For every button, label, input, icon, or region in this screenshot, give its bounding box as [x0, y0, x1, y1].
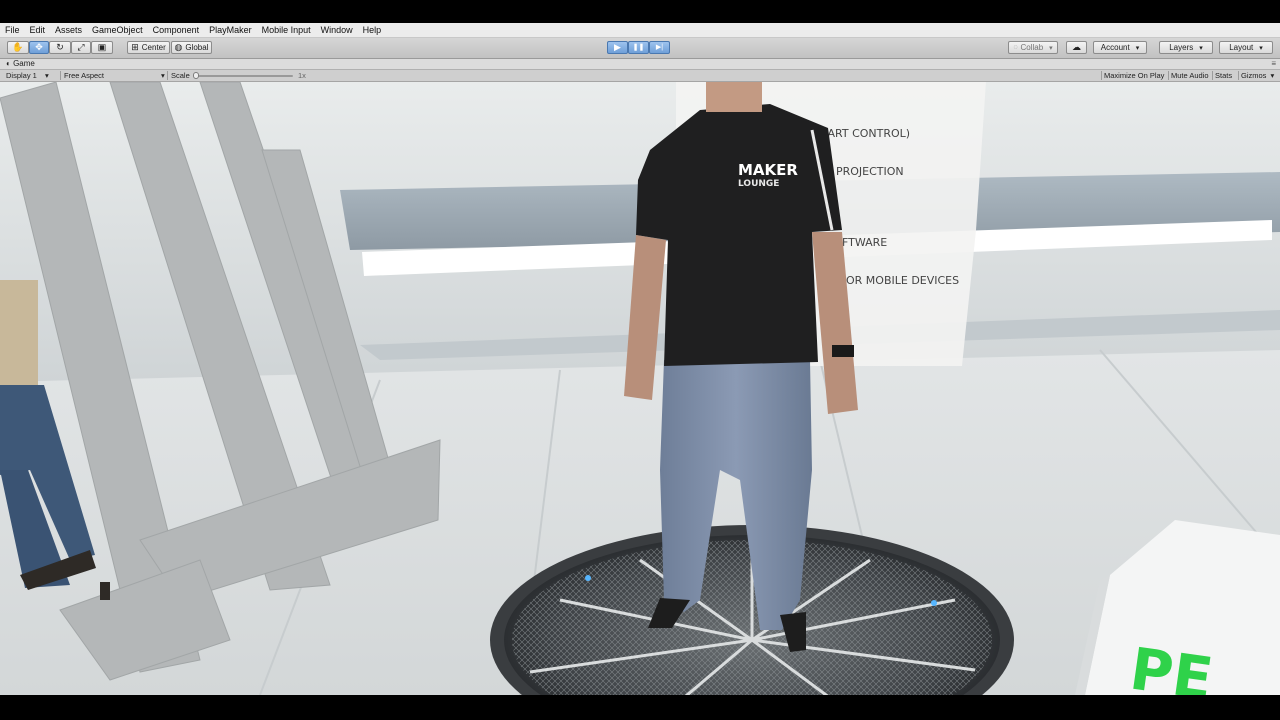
- collab-label: Collab: [1020, 43, 1044, 52]
- letterbox-bottom: [0, 695, 1280, 720]
- divider: [167, 71, 168, 80]
- scale-tool-button[interactable]: ⤢: [71, 41, 91, 54]
- scale-slider-track[interactable]: [195, 75, 293, 77]
- panel-line-1: MART CONTROL): [818, 127, 910, 140]
- pivot-rotation-label: Global: [185, 43, 209, 52]
- menu-edit[interactable]: Edit: [25, 23, 51, 37]
- rect-tool-button[interactable]: ▣: [91, 41, 113, 54]
- pad-light-left: [585, 575, 591, 581]
- pad-light-right: [931, 600, 937, 606]
- display-dropdown[interactable]: Display 1 ▾: [6, 70, 49, 81]
- aspect-dropdown[interactable]: Free Aspect: [64, 70, 104, 81]
- divider: [1212, 71, 1213, 80]
- menu-playmaker[interactable]: PlayMaker: [204, 23, 257, 37]
- divider: [1168, 71, 1169, 80]
- rotate-tool-button[interactable]: ↻: [49, 41, 71, 54]
- shirt-logo-lounge: LOUNGE: [738, 179, 779, 189]
- game-view-controls: Display 1 ▾ Free Aspect ▾ Scale 1x Maxim…: [0, 70, 1280, 82]
- layout-dropdown[interactable]: Layout: [1219, 41, 1273, 54]
- pivot-rotation-button[interactable]: ◍ Global: [171, 41, 212, 54]
- panel-line-4: OR MOBILE DEVICES: [846, 274, 959, 287]
- hand-tool-button[interactable]: ✋: [7, 41, 29, 54]
- layers-dropdown[interactable]: Layers: [1159, 41, 1213, 54]
- layout-label: Layout: [1229, 43, 1254, 52]
- pause-icon: ❚❚: [632, 44, 645, 51]
- menu-help[interactable]: Help: [358, 23, 387, 37]
- cloud-icon: ☁: [1072, 42, 1081, 52]
- scale-slider-thumb[interactable]: [193, 72, 199, 79]
- move-icon: ✥: [35, 42, 43, 52]
- shirt-logo-maker: MAKER: [738, 161, 798, 179]
- chevron-down-icon: ▾: [44, 71, 49, 80]
- divider: [1238, 71, 1239, 80]
- rect-icon: ▣: [97, 42, 107, 52]
- menu-window[interactable]: Window: [316, 23, 358, 37]
- scale-value: 1x: [298, 71, 306, 80]
- pivot-icon: ⊞: [131, 42, 139, 52]
- step-icon: ▶|: [655, 44, 664, 51]
- collab-icon: ◌: [1013, 44, 1018, 51]
- menu-bar: File Edit Assets GameObject Component Pl…: [0, 23, 1280, 38]
- menu-mobile-input[interactable]: Mobile Input: [257, 23, 316, 37]
- scale-label: Scale: [171, 71, 190, 80]
- menu-file[interactable]: File: [0, 23, 25, 37]
- panel-menu-icon[interactable]: ≡: [1271, 59, 1276, 69]
- aspect-label: Free Aspect: [64, 71, 105, 80]
- account-dropdown[interactable]: Account: [1093, 41, 1147, 54]
- gizmos-label: Gizmos: [1241, 71, 1267, 80]
- main-toolbar: ✋ ✥ ↻ ⤢ ▣ ⊞ Center ◍ Global ▶ ❚❚ ▶| ◌ Co…: [0, 38, 1280, 59]
- account-label: Account: [1100, 43, 1130, 52]
- display-label: Display 1: [6, 71, 37, 80]
- game-tab-title: Game: [13, 59, 35, 68]
- scene-render: MART CONTROL) PROJECTION FTWARE OR MOBIL…: [0, 82, 1280, 695]
- menu-component[interactable]: Component: [148, 23, 205, 37]
- hand-icon: ✋: [12, 42, 24, 52]
- play-button[interactable]: ▶: [607, 41, 628, 54]
- collab-dropdown[interactable]: ◌ Collab: [1008, 41, 1058, 54]
- divider: [60, 71, 61, 80]
- panel-line-2: PROJECTION: [836, 165, 904, 178]
- panel-line-3: FTWARE: [842, 236, 887, 249]
- gizmos-dropdown[interactable]: Gizmos ▾: [1241, 70, 1274, 81]
- game-viewport[interactable]: MART CONTROL) PROJECTION FTWARE OR MOBIL…: [0, 82, 1280, 695]
- pivot-mode-label: Center: [141, 43, 166, 52]
- step-button[interactable]: ▶|: [649, 41, 670, 54]
- tab-game[interactable]: ◐ Game: [6, 59, 35, 69]
- cube-text: PE: [1126, 635, 1217, 695]
- cloud-button[interactable]: ☁: [1066, 41, 1087, 54]
- game-tab-bar: ◐ Game ≡: [0, 59, 1280, 70]
- menu-assets[interactable]: Assets: [50, 23, 87, 37]
- stats-toggle[interactable]: Stats: [1215, 70, 1232, 81]
- mute-audio-toggle[interactable]: Mute Audio: [1171, 70, 1209, 81]
- aspect-chevron-icon: ▾: [161, 71, 165, 80]
- menu-gameobject[interactable]: GameObject: [87, 23, 148, 37]
- layers-label: Layers: [1169, 43, 1194, 52]
- move-tool-button[interactable]: ✥: [29, 41, 49, 54]
- globe-icon: ◍: [174, 42, 183, 52]
- maximize-on-play-toggle[interactable]: Maximize On Play: [1104, 70, 1164, 81]
- play-icon: ▶: [614, 42, 621, 52]
- chevron-down-icon: ▾: [1270, 71, 1275, 80]
- pivot-mode-button[interactable]: ⊞ Center: [127, 41, 170, 54]
- pause-button[interactable]: ❚❚: [628, 41, 649, 54]
- divider: [1101, 71, 1102, 80]
- scale-icon: ⤢: [77, 42, 85, 52]
- letterbox-top: [0, 0, 1280, 23]
- rotate-icon: ↻: [56, 42, 64, 52]
- game-controller-icon: ◐: [6, 59, 11, 68]
